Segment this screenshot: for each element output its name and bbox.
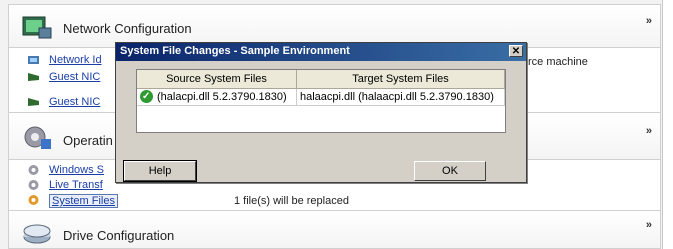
windows-settings-gear-icon [28, 165, 39, 175]
network-configuration-title: Network Configuration [63, 21, 192, 36]
drive-configuration-title: Drive Configuration [63, 228, 175, 243]
network-adapter-icon [28, 56, 39, 64]
table-row[interactable]: (halacpi.dll 5.2.3790.1830) halaacpi.dll… [137, 89, 505, 106]
guest-nic-icon [28, 73, 39, 81]
network-collapse-button[interactable]: » [646, 15, 652, 27]
check-icon [140, 89, 153, 105]
guest-nic-link-2[interactable]: Guest NIC [49, 96, 100, 108]
operating-system-title: Operatin [63, 133, 113, 148]
target-file-cell: halaacpi.dll (halaacpi.dll 5.2.3790.1830… [297, 89, 505, 105]
system-file-changes-dialog: System File Changes - Sample Environment… [115, 42, 527, 183]
system-files-table[interactable]: Source System Files Target System Files … [136, 69, 506, 133]
ok-button[interactable]: OK [414, 161, 486, 181]
drive-configuration-icon [23, 224, 51, 244]
column-header-target[interactable]: Target System Files [297, 70, 505, 88]
system-files-icon [28, 195, 39, 205]
column-header-source[interactable]: Source System Files [137, 70, 297, 88]
table-header: Source System Files Target System Files [137, 70, 505, 89]
window-right-edge [662, 0, 673, 249]
help-button[interactable]: Help [123, 160, 197, 182]
drive-collapse-button[interactable]: » [646, 219, 652, 231]
dialog-title: System File Changes - Sample Environment [120, 45, 350, 57]
live-transfer-link[interactable]: Live Transf [49, 179, 103, 191]
system-files-status: 1 file(s) will be replaced [234, 195, 349, 207]
guest-nic-icon [28, 98, 39, 106]
windows-settings-link[interactable]: Windows S [49, 164, 104, 176]
system-files-link[interactable]: System Files [49, 194, 118, 208]
guest-nic-link-1[interactable]: Guest NIC [49, 71, 100, 83]
drive-configuration-header[interactable]: Drive Configuration » [8, 210, 661, 249]
dialog-title-bar[interactable]: System File Changes - Sample Environment… [116, 43, 526, 61]
source-file-text: (halacpi.dll 5.2.3790.1830) [157, 91, 287, 103]
network-configuration-icon [22, 16, 52, 39]
operating-system-gear-icon [24, 126, 51, 149]
operating-collapse-button[interactable]: » [646, 125, 652, 137]
live-transfer-gear-icon [28, 180, 39, 190]
network-trailing-text: rce machine [528, 56, 588, 68]
network-id-link[interactable]: Network Id [49, 54, 102, 66]
dialog-close-button[interactable]: ✕ [509, 45, 523, 57]
source-file-cell: (halacpi.dll 5.2.3790.1830) [137, 89, 297, 105]
